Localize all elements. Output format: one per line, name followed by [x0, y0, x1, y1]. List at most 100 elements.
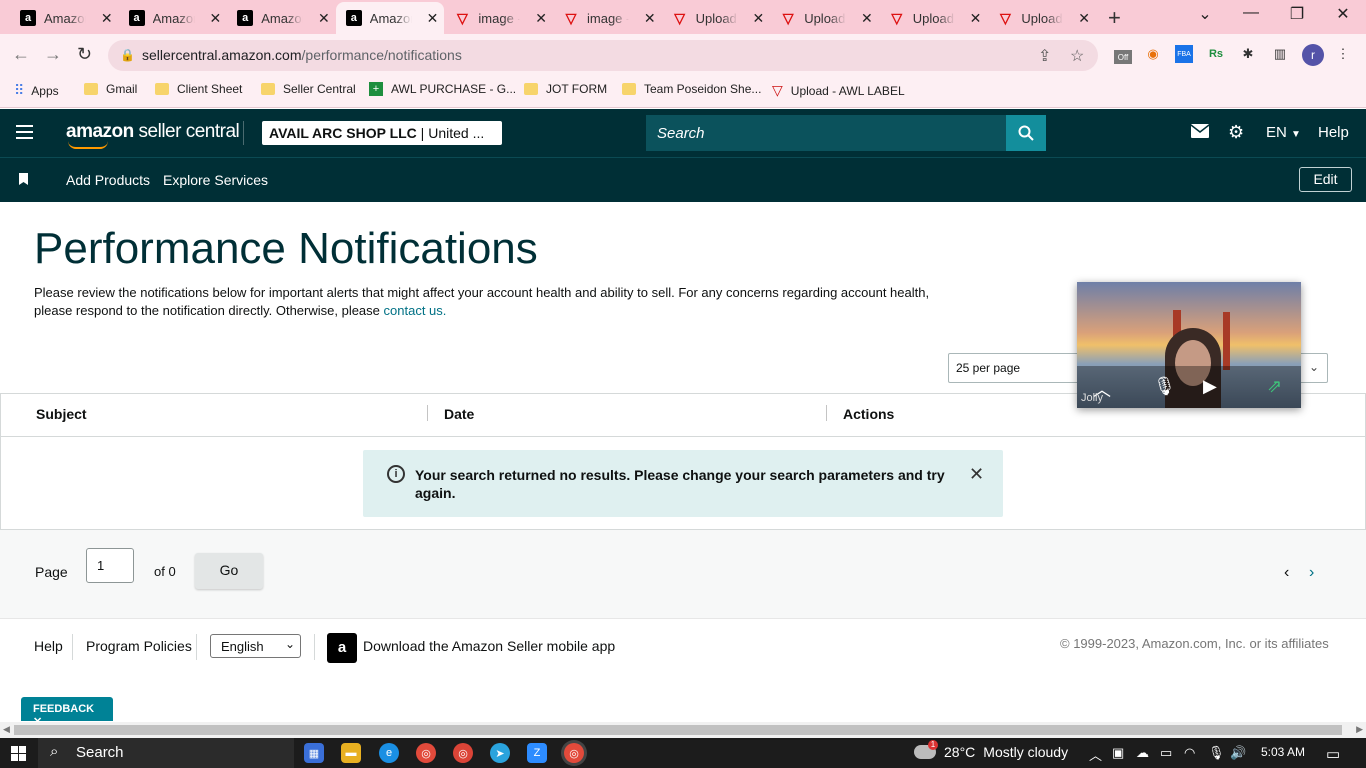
close-tab-icon[interactable]: ✕ [970, 10, 982, 27]
previous-page-icon[interactable]: ‹ [1284, 564, 1289, 582]
windows-start-icon[interactable] [11, 746, 26, 761]
kebab-menu-icon[interactable]: ⋮ [1334, 45, 1352, 63]
restore-button[interactable]: ❐ [1282, 4, 1312, 24]
volume-icon[interactable]: 🔊 [1230, 745, 1246, 761]
close-tab-icon[interactable]: ✕ [861, 10, 873, 27]
edit-button[interactable]: Edit [1299, 167, 1352, 192]
browser-tab[interactable]: ▽ Upload ✕ [879, 4, 988, 32]
weather-widget[interactable]: 1 28°C Mostly cloudy [914, 740, 1068, 760]
chrome-profile-icon[interactable]: ◎ [453, 743, 473, 763]
bookmark-item[interactable]: Gmail [84, 82, 137, 96]
gear-icon[interactable]: ⚙ [1228, 122, 1244, 143]
extension-circle-icon[interactable]: ◉ [1144, 45, 1162, 63]
nav-add-products[interactable]: Add Products [66, 172, 150, 188]
extension-fba-icon[interactable]: FBA [1175, 45, 1193, 63]
next-page-icon[interactable]: › [1309, 564, 1314, 582]
puzzle-icon[interactable]: ✱ [1239, 45, 1257, 63]
scroll-left-icon[interactable]: ◀ [3, 724, 10, 735]
bookmark-item[interactable]: Seller Central [261, 82, 356, 96]
meet-now-icon[interactable]: ▣ [1112, 745, 1124, 761]
address-bar[interactable]: 🔒 sellercentral.amazon.com/performance/n… [108, 40, 1098, 71]
close-window-button[interactable]: ✕ [1328, 4, 1358, 24]
footer-program-policies-link[interactable]: Program Policies [86, 638, 192, 654]
feedback-button[interactable]: FEEDBACK ✕ [21, 697, 113, 728]
taskbar-search[interactable]: ⌕ Search [38, 738, 294, 768]
video-call-overlay[interactable]: ︿ 🎙 ▶ ⇗ Jolly [1077, 282, 1301, 408]
chrome-icon[interactable]: ◎ [416, 743, 436, 763]
tab-search-chevron-icon[interactable]: ⌄ [1190, 4, 1220, 24]
popout-icon[interactable]: ⇗ [1267, 376, 1282, 397]
close-tab-icon[interactable]: ✕ [427, 10, 439, 27]
new-tab-button[interactable]: + [1108, 5, 1121, 31]
taskbar-clock[interactable]: 5:03 AM [1261, 745, 1305, 759]
column-subject[interactable]: Subject [36, 406, 87, 422]
bookmark-item[interactable]: Client Sheet [155, 82, 242, 96]
forward-button[interactable]: → [44, 44, 62, 65]
reload-button[interactable]: ↻ [77, 44, 92, 65]
extension-off-icon[interactable]: Off [1114, 50, 1132, 64]
extension-rs-icon[interactable]: Rs [1207, 45, 1225, 63]
close-tab-icon[interactable]: ✕ [752, 10, 764, 27]
back-button[interactable]: ← [12, 44, 30, 65]
amazon-app-icon[interactable]: a [327, 633, 357, 663]
bookmark-item[interactable]: Team Poseidon She... [622, 82, 761, 96]
browser-tab[interactable]: a Amazon ✕ [10, 4, 119, 32]
chevron-up-icon[interactable]: ︿ [1089, 745, 1102, 764]
file-explorer-icon[interactable]: ▬ [341, 743, 361, 763]
profile-avatar[interactable]: r [1302, 44, 1324, 66]
edge-icon[interactable]: e [379, 743, 399, 763]
bookmark-item[interactable]: JOT FORM [524, 82, 607, 96]
store-switcher[interactable]: AVAIL ARC SHOP LLC | United ... [262, 121, 502, 145]
chrome-active-icon[interactable]: ◎ [564, 743, 584, 763]
zoom-icon[interactable]: Z [527, 743, 547, 763]
browser-tab[interactable]: a Amazon ✕ [119, 4, 228, 32]
share-icon[interactable]: ⇪ [1038, 46, 1051, 66]
close-icon[interactable]: ✕ [969, 464, 984, 485]
download-app-link[interactable]: Download the Amazon Seller mobile app [363, 638, 615, 654]
column-date[interactable]: Date [444, 406, 474, 422]
close-tab-icon[interactable]: ✕ [209, 10, 221, 27]
browser-tab[interactable]: ▽ Upload ✕ [662, 4, 771, 32]
scroll-right-icon[interactable]: ▶ [1356, 724, 1363, 735]
close-tab-icon[interactable]: ✕ [535, 10, 547, 27]
bookmark-item[interactable]: ▽ Upload - AWL LABEL [772, 82, 905, 99]
mail-icon[interactable] [1190, 122, 1210, 143]
page-number-input[interactable]: 1 [86, 548, 134, 583]
scrollbar-thumb[interactable] [14, 725, 1342, 735]
camera-icon[interactable]: ▶ [1203, 376, 1217, 397]
language-selector[interactable]: EN ▼ [1266, 124, 1301, 141]
hamburger-menu-icon[interactable] [16, 125, 33, 143]
browser-tab[interactable]: ▽ Upload ✕ [987, 4, 1096, 32]
seller-central-logo[interactable]: amazon seller central [66, 121, 240, 149]
onedrive-icon[interactable]: ☁ [1136, 745, 1149, 761]
battery-icon[interactable]: ▭ [1160, 745, 1172, 761]
browser-tab[interactable]: ▽ Upload ✕ [770, 4, 879, 32]
search-button[interactable] [1006, 115, 1046, 151]
bookmark-star-icon[interactable]: ☆ [1070, 46, 1084, 66]
contact-us-link[interactable]: contact us. [384, 303, 447, 318]
minimize-button[interactable]: — [1236, 4, 1266, 22]
browser-tab[interactable]: ▽ image - ✕ [444, 4, 553, 32]
close-tab-icon[interactable]: ✕ [318, 10, 330, 27]
help-link[interactable]: Help [1318, 124, 1349, 141]
microphone-icon[interactable]: 🎙 [1208, 745, 1225, 761]
mic-muted-icon[interactable]: 🎙 [1153, 376, 1176, 397]
bookmark-item[interactable]: ⠿ Apps [14, 82, 59, 99]
close-tab-icon[interactable]: ✕ [1078, 10, 1090, 27]
footer-language-select[interactable]: English ⌄ [210, 634, 301, 658]
footer-help-link[interactable]: Help [34, 638, 63, 654]
go-button[interactable]: Go [195, 553, 263, 589]
side-panel-icon[interactable]: ▥ [1271, 45, 1289, 63]
horizontal-scrollbar[interactable]: ◀ ▶ [0, 722, 1366, 738]
notification-icon[interactable]: ▭ [1326, 745, 1340, 763]
browser-tab[interactable]: a Amazon ✕ [227, 4, 336, 32]
nav-explore-services[interactable]: Explore Services [163, 172, 268, 188]
close-tab-icon[interactable]: ✕ [101, 10, 113, 27]
wifi-icon[interactable]: ◠ [1184, 745, 1195, 761]
browser-tab[interactable]: a Amazon ✕ [335, 2, 445, 34]
telegram-icon[interactable]: ➤ [490, 743, 510, 763]
store-app-icon[interactable]: ▦ [304, 743, 324, 763]
close-tab-icon[interactable]: ✕ [644, 10, 656, 27]
search-input[interactable]: Search [646, 115, 1006, 151]
browser-tab[interactable]: ▽ image - ✕ [553, 4, 662, 32]
